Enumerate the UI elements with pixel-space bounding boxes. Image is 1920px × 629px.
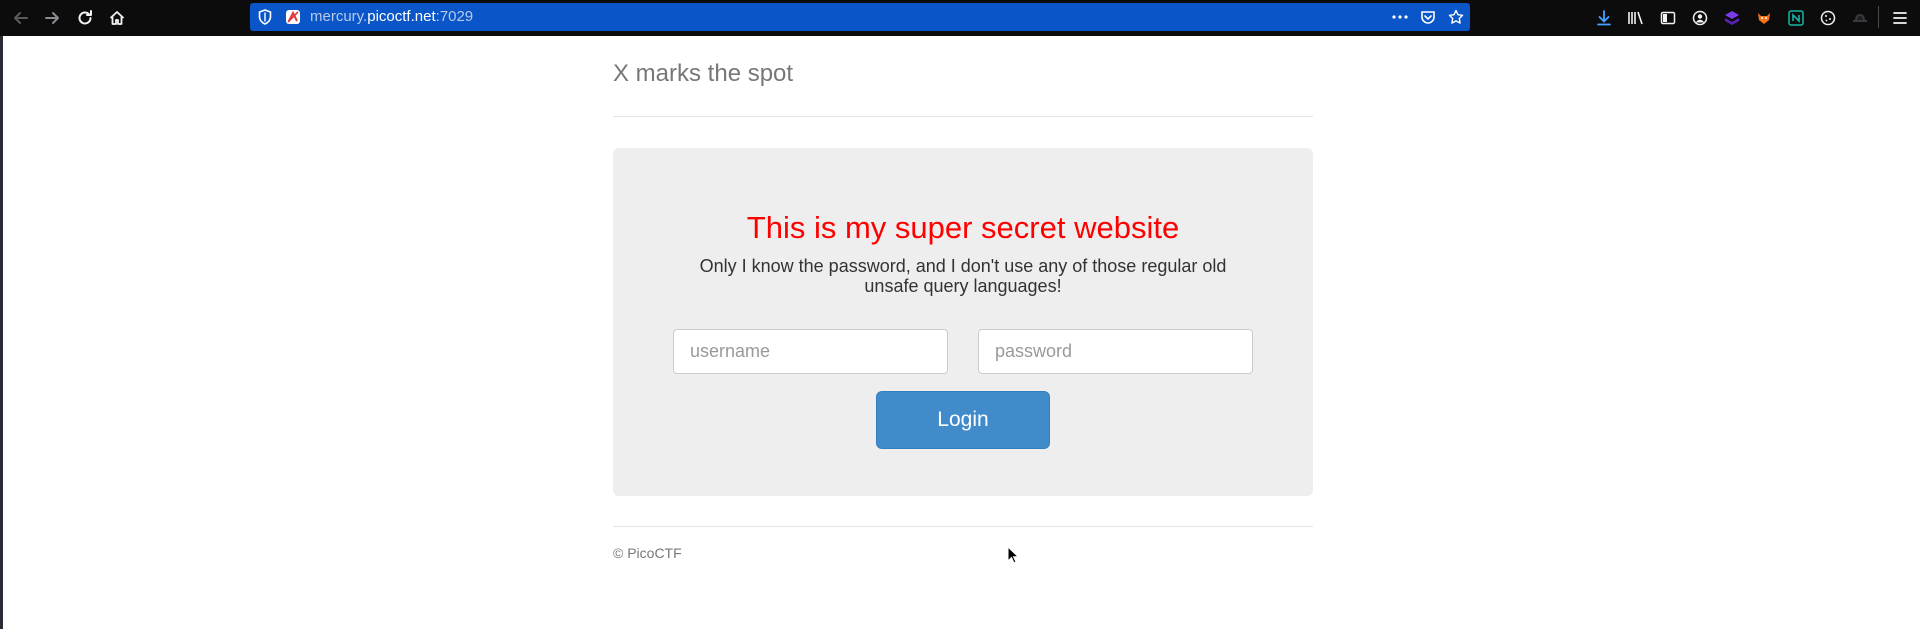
sidebar-icon[interactable] [1656,6,1680,30]
page-heading: This is my super secret website [746,210,1180,245]
extension-fox-icon[interactable] [1752,6,1776,30]
ellipsis-icon[interactable] [1389,7,1411,27]
shield-icon[interactable] [258,9,272,30]
toolbar-separator [1878,6,1879,28]
url-port: :7029 [435,8,474,25]
mouse-cursor-icon [1007,545,1020,569]
hamburger-menu-icon[interactable] [1888,6,1912,30]
url-domain: picoctf.net [367,8,436,25]
site-title: X marks the spot [613,60,794,87]
account-icon[interactable] [1688,6,1712,30]
download-icon[interactable] [1592,6,1616,30]
back-button[interactable] [6,3,36,33]
lead-text: Only I know the password, and I don't us… [699,256,1227,296]
login-button[interactable]: Login [876,391,1050,449]
library-icon[interactable] [1624,6,1648,30]
url-bar[interactable]: mercury.picoctf.net:7029 [250,3,1470,31]
hat-icon[interactable] [1848,6,1872,30]
page-viewport: X marks the spot This is my super secret… [0,36,1920,629]
url-text[interactable]: mercury.picoctf.net:7029 [310,7,473,27]
arrow-left-icon [12,9,30,27]
login-panel: This is my super secret website Only I k… [613,148,1313,496]
site-favicon-icon[interactable] [285,9,301,30]
url-subdomain: mercury. [310,8,368,25]
cookie-icon[interactable] [1816,6,1840,30]
arrow-right-icon [43,9,61,27]
footer-copyright: © PicoCTF [613,545,682,561]
home-icon [108,9,126,27]
forward-button[interactable] [37,3,67,33]
home-button[interactable] [102,3,132,33]
browser-toolbar: mercury.picoctf.net:7029 [0,0,1920,36]
star-icon[interactable] [1445,7,1467,27]
pocket-icon[interactable] [1417,7,1439,27]
reload-icon [76,9,94,27]
extension-n-icon[interactable] [1784,6,1808,30]
header-divider [613,116,1313,117]
reload-button[interactable] [70,3,100,33]
password-input[interactable] [978,329,1253,374]
footer-divider [613,526,1313,527]
username-input[interactable] [673,329,948,374]
extension-purple-icon[interactable] [1720,6,1744,30]
